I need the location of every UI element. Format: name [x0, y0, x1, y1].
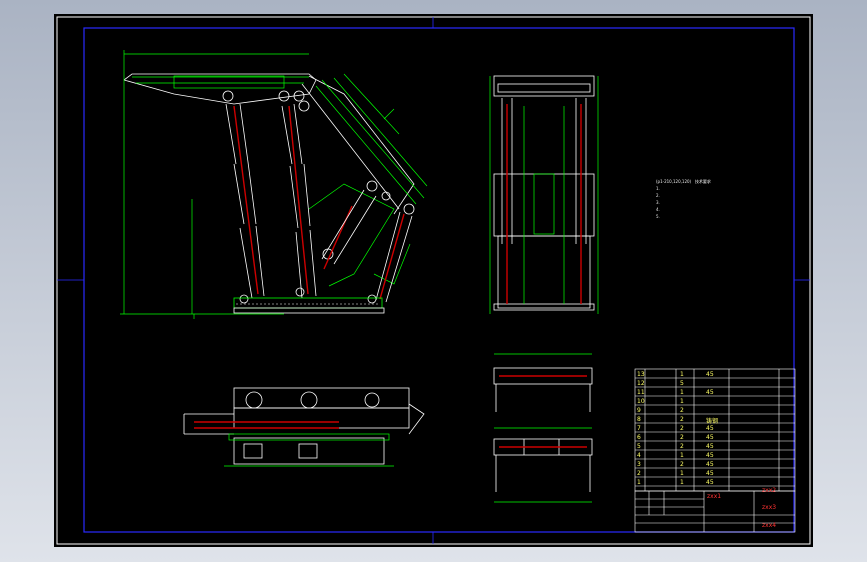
bom-row-qty: 1: [680, 371, 684, 378]
bom-row-number: 7: [637, 425, 641, 432]
bom-row-number: 8: [637, 416, 641, 423]
bom-row-number: 3: [637, 461, 641, 468]
notes-prefix: (p1-210,120,120): [656, 179, 692, 184]
bom-row-number: 9: [637, 407, 641, 414]
center-marks: [57, 17, 810, 544]
note-line: 4.: [656, 207, 660, 212]
section-views: [493, 353, 593, 503]
bom-row-number: 10: [637, 398, 645, 405]
bom-row-number: 13: [637, 371, 645, 378]
bom-row-number: 12: [637, 380, 645, 387]
bom-row-material: 45: [706, 425, 714, 432]
bom-row-number: 2: [637, 470, 641, 477]
bom-row-qty: 2: [680, 443, 684, 450]
bom-table: [634, 368, 796, 492]
bom-row-qty: 1: [680, 470, 684, 477]
note-line: 3.: [656, 200, 660, 205]
bom-row-qty: 1: [680, 479, 684, 486]
bom-row-material: 45: [706, 461, 714, 468]
drawing-code-1: zxx1: [707, 493, 722, 500]
bom-row-qty: 2: [680, 407, 684, 414]
bom-row-number: 11: [637, 389, 645, 396]
bom-row-qty: 5: [680, 380, 684, 387]
outer-border: [56, 16, 811, 545]
bom-row-number: 5: [637, 443, 641, 450]
inner-frame: [83, 27, 795, 533]
bom-row-material: 45: [706, 443, 714, 450]
bom-row-qty: 1: [680, 389, 684, 396]
note-line: 2.: [656, 193, 660, 198]
bom-row-qty: 2: [680, 416, 684, 423]
drawing-sheet: (p1-210,120,120) 技术要求 1. 2. 3. 4. 5. 13 1…: [54, 14, 813, 547]
bom-row-material: 铸钢: [706, 418, 719, 425]
drawing-code-2: zxx2: [762, 487, 777, 494]
plan-view: [183, 387, 425, 467]
bom-row-material: 45: [706, 470, 714, 477]
bom-row-qty: 1: [680, 452, 684, 459]
notes-heading: 技术要求: [694, 179, 711, 184]
bom-row-qty: 2: [680, 461, 684, 468]
front-view: [489, 75, 599, 314]
note-line: 5.: [656, 214, 660, 219]
technical-notes: (p1-210,120,120) 技术要求 1. 2. 3. 4. 5.: [656, 178, 816, 220]
bom-row-number: 6: [637, 434, 641, 441]
drawing-code-4: zxx4: [762, 522, 777, 529]
bom-row-number: 4: [637, 452, 641, 459]
bom-row-qty: 2: [680, 425, 684, 432]
bom-row-material: 45: [706, 389, 714, 396]
main-side-view: [120, 50, 428, 319]
cad-drawing: [56, 16, 811, 545]
bom-row-number: 1: [637, 479, 641, 486]
bom-row-material: 45: [706, 371, 714, 378]
bom-row-qty: 1: [680, 398, 684, 405]
bom-row-material: 45: [706, 479, 714, 486]
note-line: 1.: [656, 186, 660, 191]
bom-row-qty: 2: [680, 434, 684, 441]
bom-row-material: 45: [706, 452, 714, 459]
bom-row-material: 45: [706, 434, 714, 441]
drawing-code-3: zxx3: [762, 504, 777, 511]
